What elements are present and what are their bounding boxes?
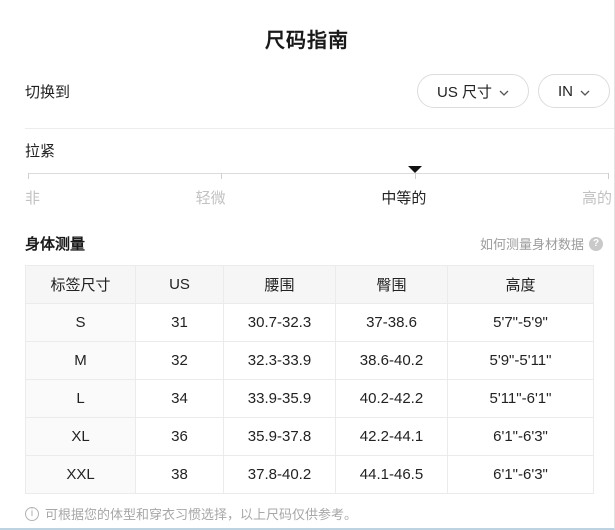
how-to-measure-label: 如何测量身材数据 (480, 234, 584, 253)
disclaimer-note: i 可根据您的体型和穿衣习惯选择，以上尺码仅供参考。 (25, 504, 604, 523)
cell-hip: 44.1-46.5 (336, 456, 448, 494)
switch-to-label: 切换到 (25, 81, 70, 102)
cell-size: XL (26, 418, 136, 456)
fit-options: 非 轻微 中等的 高的 (25, 187, 612, 207)
fit-scale-tick (28, 173, 29, 179)
cell-waist: 37.8-40.2 (224, 456, 336, 494)
cell-height: 5'7"-5'9" (448, 304, 594, 342)
table-row: XL 36 35.9-37.8 42.2-44.1 6'1"-6'3" (26, 418, 594, 456)
size-standard-dropdown[interactable]: US 尺寸 (417, 74, 529, 108)
cell-us: 32 (136, 342, 224, 380)
fit-section-label: 拉紧 (25, 140, 55, 161)
fit-scale-tick (221, 173, 222, 179)
page-title: 尺码指南 (0, 24, 614, 53)
cell-waist: 33.9-35.9 (224, 380, 336, 418)
cell-hip: 37-38.6 (336, 304, 448, 342)
cell-size: XXL (26, 456, 136, 494)
cell-us: 34 (136, 380, 224, 418)
how-to-measure-link[interactable]: 如何测量身材数据 ? (480, 234, 603, 253)
info-circle-icon: i (25, 507, 39, 521)
measure-section-header: 身体测量 如何测量身材数据 ? (25, 233, 603, 254)
col-header-height: 高度 (448, 266, 594, 304)
fit-option-slight: 轻微 (196, 187, 226, 207)
fit-option-none: 非 (25, 187, 40, 207)
cell-hip: 42.2-44.1 (336, 418, 448, 456)
section-divider (25, 128, 614, 129)
cell-waist: 30.7-32.3 (224, 304, 336, 342)
unit-dropdown[interactable]: IN (538, 74, 610, 108)
size-standard-value: US 尺寸 (437, 81, 492, 102)
cell-size: M (26, 342, 136, 380)
table-header-row: 标签尺寸 US 腰围 臀围 高度 (26, 266, 594, 304)
measure-title: 身体测量 (25, 233, 85, 254)
cell-hip: 40.2-42.2 (336, 380, 448, 418)
table-row: S 31 30.7-32.3 37-38.6 5'7"-5'9" (26, 304, 594, 342)
cell-height: 5'9"-5'11" (448, 342, 594, 380)
fit-scale (28, 166, 608, 180)
question-circle-icon[interactable]: ? (589, 237, 603, 251)
cell-height: 5'11"-6'1" (448, 380, 594, 418)
fit-marker-triangle-icon (408, 166, 422, 173)
fit-scale-tick (608, 173, 609, 179)
cell-size: L (26, 380, 136, 418)
cell-us: 31 (136, 304, 224, 342)
table-row: XXL 38 37.8-40.2 44.1-46.5 6'1"-6'3" (26, 456, 594, 494)
cell-height: 6'1"-6'3" (448, 456, 594, 494)
chevron-down-icon (499, 83, 509, 100)
disclaimer-text: 可根据您的体型和穿衣习惯选择，以上尺码仅供参考。 (45, 504, 357, 523)
col-header-waist: 腰围 (224, 266, 336, 304)
unit-value: IN (558, 83, 573, 100)
col-header-hip: 臀围 (336, 266, 448, 304)
fit-option-medium: 中等的 (381, 187, 426, 207)
cell-us: 36 (136, 418, 224, 456)
cell-height: 6'1"-6'3" (448, 418, 594, 456)
cell-size: S (26, 304, 136, 342)
col-header-us: US (136, 266, 224, 304)
fit-scale-track (28, 173, 608, 174)
table-row: M 32 32.3-33.9 38.6-40.2 5'9"-5'11" (26, 342, 594, 380)
chevron-down-icon (580, 83, 590, 100)
fit-scale-tick (415, 173, 416, 179)
col-header-label-size: 标签尺寸 (26, 266, 136, 304)
cell-us: 38 (136, 456, 224, 494)
table-row: L 34 33.9-35.9 40.2-42.2 5'11"-6'1" (26, 380, 594, 418)
cell-waist: 35.9-37.8 (224, 418, 336, 456)
unit-switch-row: 切换到 US 尺寸 IN (25, 74, 610, 108)
size-guide-panel: 尺码指南 切换到 US 尺寸 IN 拉紧 非 (0, 0, 615, 530)
fit-option-high: 高的 (582, 187, 612, 207)
size-table: 标签尺寸 US 腰围 臀围 高度 S 31 30.7-32.3 37-38.6 … (25, 265, 594, 494)
unit-buttons: US 尺寸 IN (417, 74, 610, 108)
cell-waist: 32.3-33.9 (224, 342, 336, 380)
cell-hip: 38.6-40.2 (336, 342, 448, 380)
